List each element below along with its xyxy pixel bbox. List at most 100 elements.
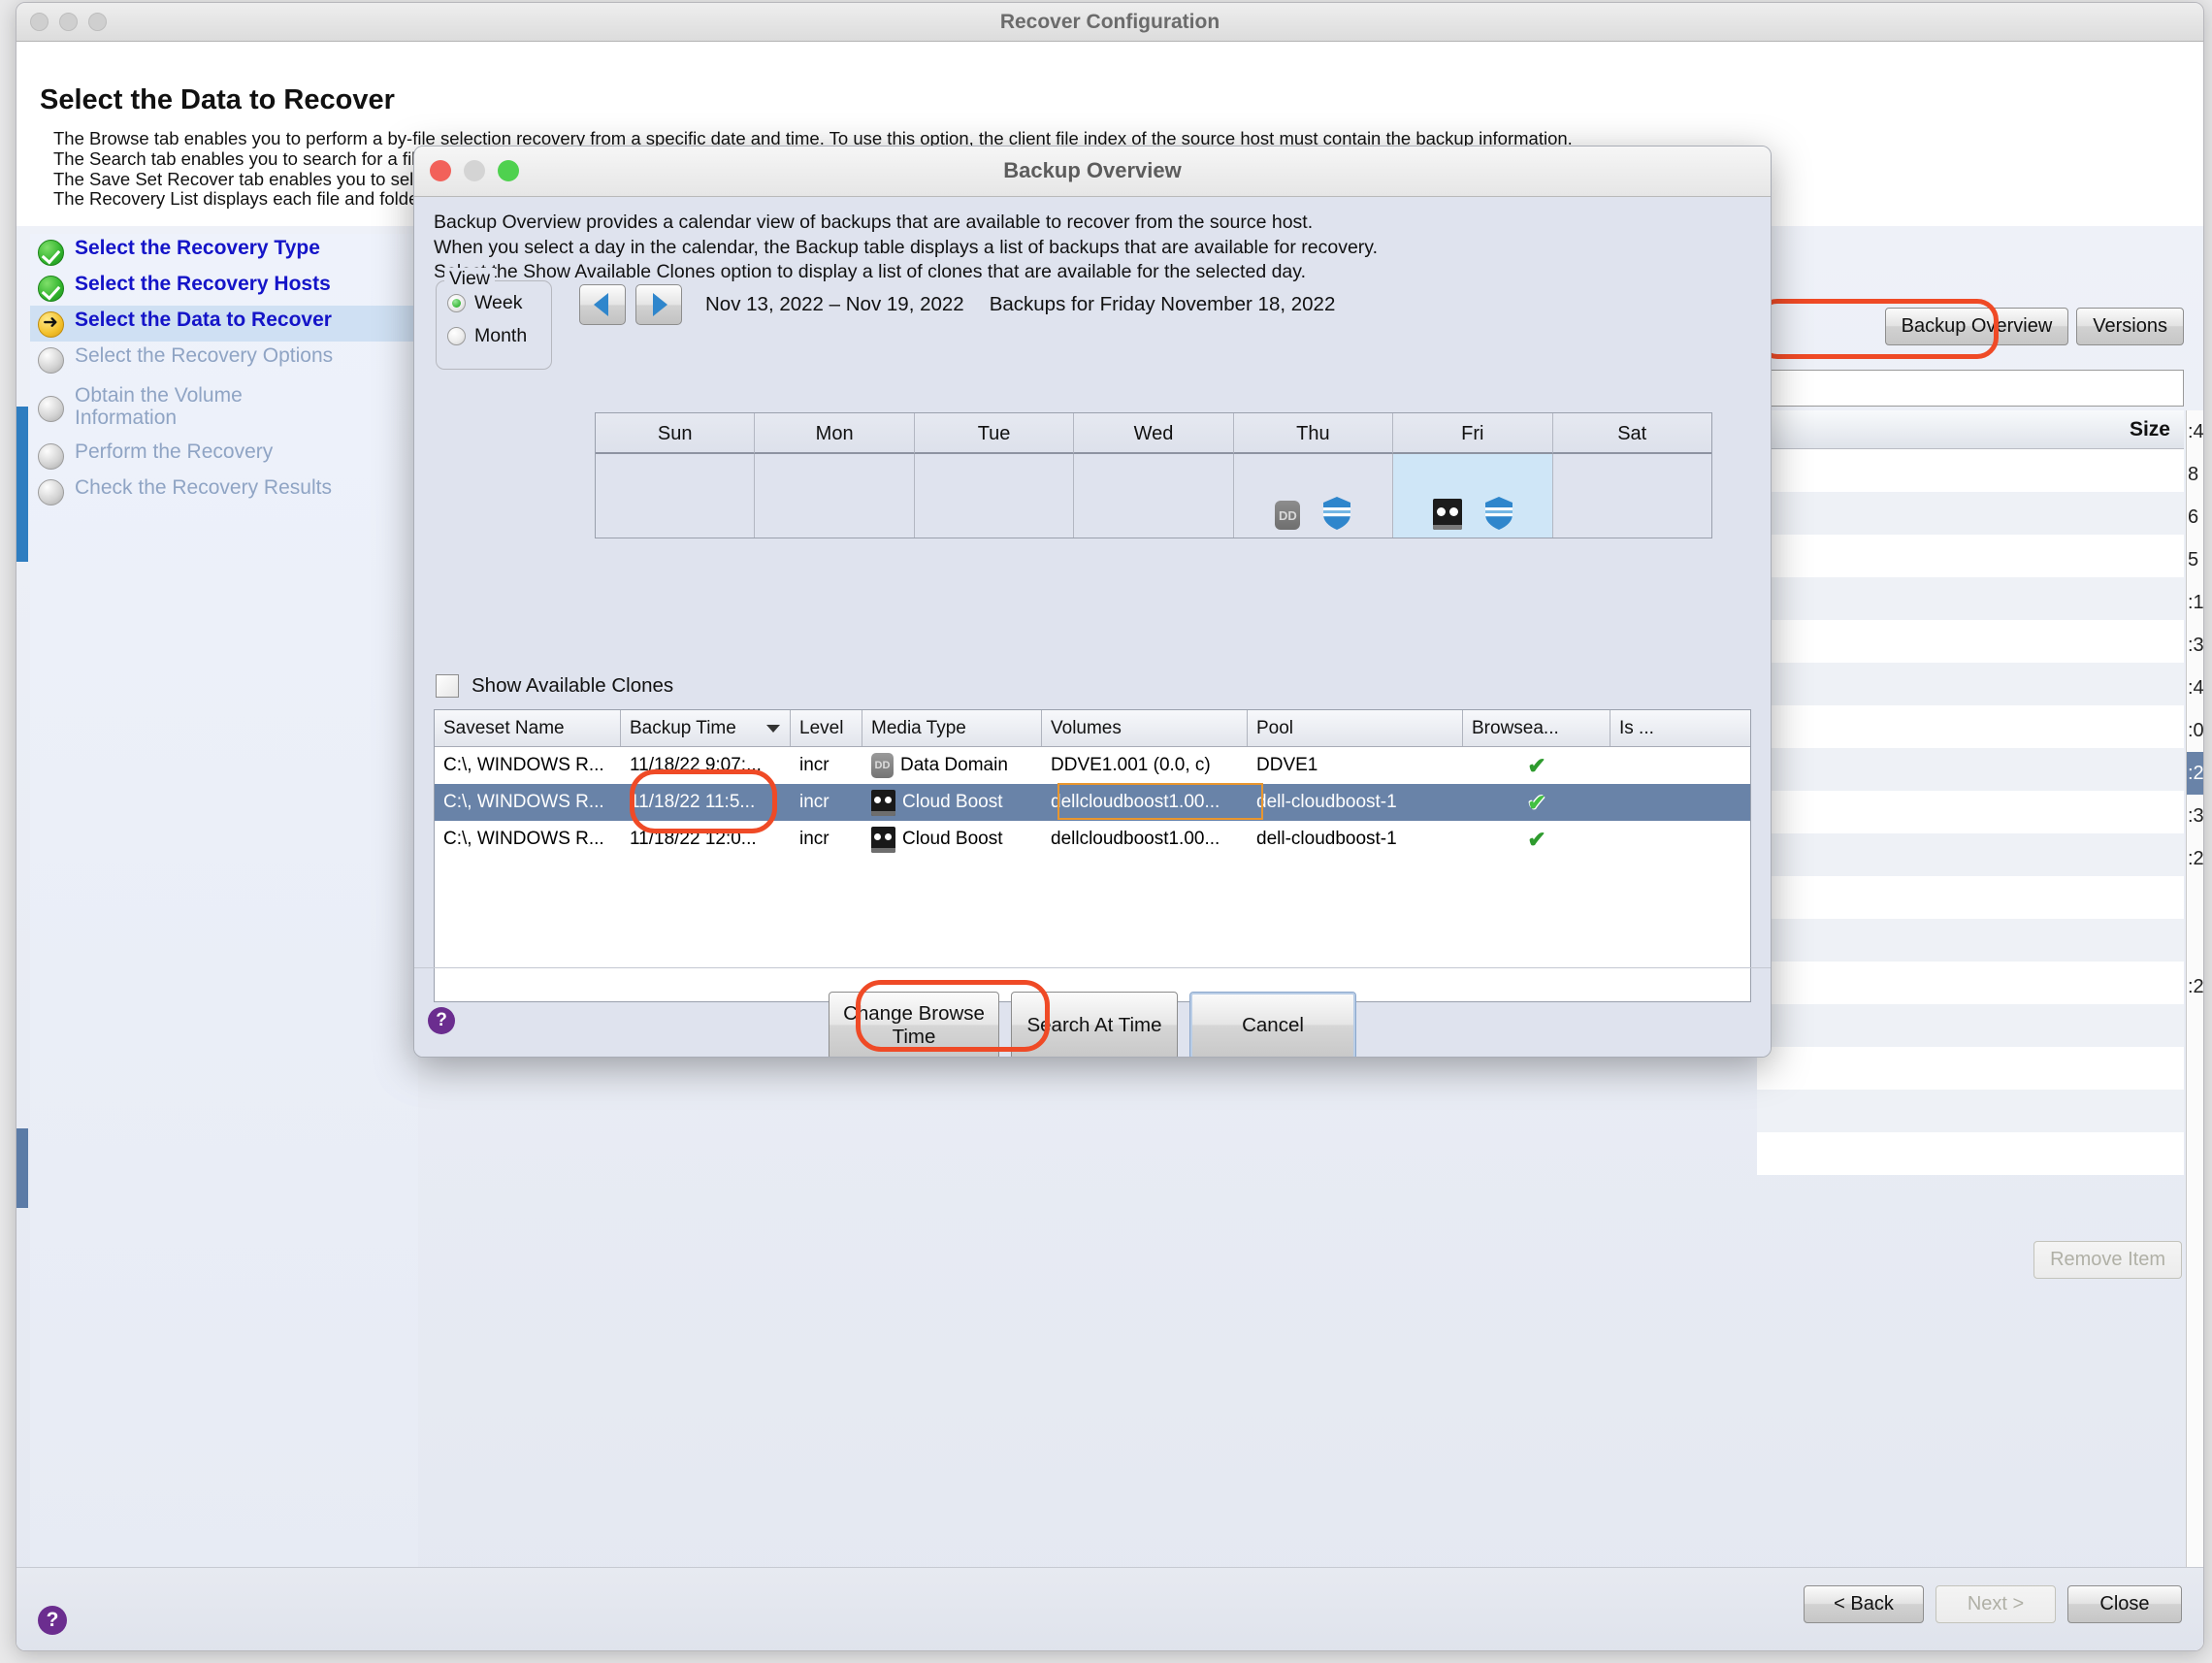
cell-saveset-name: C:\, WINDOWS R... (443, 829, 604, 849)
cell-value: :2 (2188, 976, 2203, 997)
cell-backup-time: 11/18/22 11:5... (630, 792, 756, 812)
calendar-header-tue: Tue (914, 413, 1075, 454)
list-item[interactable] (1757, 577, 2184, 620)
list-item[interactable] (1757, 1004, 2184, 1047)
file-list[interactable] (1757, 449, 2184, 1175)
column-header-browseable[interactable]: Browsea... (1463, 710, 1610, 746)
calendar-cell-icons (1393, 497, 1551, 530)
calendar-header-sun: Sun (596, 413, 756, 454)
list-item[interactable] (1757, 535, 2184, 577)
column-header-backup-time-label: Backup Time (630, 718, 736, 738)
cloud-boost-tape-icon[interactable] (1432, 499, 1462, 530)
versions-button[interactable]: Versions (2076, 308, 2184, 345)
previous-week-button[interactable] (579, 284, 626, 325)
size-column-header[interactable]: Size (1757, 410, 2184, 449)
calendar-cell-sun[interactable] (596, 454, 756, 538)
sidebar-item-select-recovery-type[interactable]: Select the Recovery Type (30, 234, 418, 270)
backup-table[interactable]: Saveset Name Backup Time Level Media Typ… (434, 709, 1751, 1002)
intro-line-1: Backup Overview provides a calendar view… (434, 212, 1314, 233)
step-label: Perform the Recovery (75, 440, 274, 463)
list-item[interactable] (1757, 492, 2184, 535)
list-item[interactable] (1757, 1090, 2184, 1132)
sidebar-item-select-recovery-hosts[interactable]: Select the Recovery Hosts (30, 270, 418, 306)
search-input[interactable] (1757, 370, 2184, 407)
list-item[interactable] (1757, 748, 2184, 791)
calendar-cell-sat[interactable] (1552, 454, 1711, 538)
column-header-pool[interactable]: Pool (1248, 710, 1463, 746)
list-item[interactable] (1757, 876, 2184, 919)
change-browse-time-button[interactable]: Change Browse Time (829, 992, 999, 1057)
calendar-header-mon: Mon (755, 413, 915, 454)
table-row[interactable]: C:\, WINDOWS R... 11/18/22 11:5... incr … (435, 784, 1750, 821)
list-item[interactable] (1757, 663, 2184, 705)
list-item[interactable] (1757, 1132, 2184, 1175)
check-icon: ✔ (1527, 752, 1546, 778)
sidebar-item-select-data-to-recover[interactable]: Select the Data to Recover (30, 306, 418, 342)
remove-item-button: Remove Item (2033, 1241, 2182, 1279)
calendar-nav-row: Nov 13, 2022 – Nov 19, 2022 Backups for … (579, 284, 1335, 325)
calendar-cell-mon[interactable] (755, 454, 915, 538)
list-item[interactable] (1757, 962, 2184, 1004)
backup-overview-dialog: Backup Overview Backup Overview provides… (413, 146, 1772, 1058)
column-header-media-type[interactable]: Media Type (862, 710, 1042, 746)
sidebar-item-perform-the-recovery: Perform the Recovery (30, 438, 418, 473)
cell-media-type: DD Data Domain (862, 753, 1042, 778)
calendar-cell-tue[interactable] (914, 454, 1075, 538)
cell-level: incr (799, 829, 830, 849)
main-titlebar: Recover Configuration (16, 3, 2203, 42)
radio-month[interactable]: Month (447, 325, 551, 347)
list-item[interactable] (1757, 620, 2184, 663)
column-header-volumes[interactable]: Volumes (1042, 710, 1248, 746)
radio-week[interactable]: Week (447, 292, 551, 314)
list-item[interactable] (1757, 791, 2184, 833)
cell-backup-time: 11/18/22 12:0... (630, 829, 757, 849)
column-header-is[interactable]: Is ... (1610, 710, 1746, 746)
calendar-cell-fri[interactable] (1393, 454, 1553, 538)
dialog-title: Backup Overview (1003, 158, 1182, 182)
close-button[interactable]: Close (2067, 1585, 2182, 1623)
wizard-steps-panel: Select the Recovery Type Select the Reco… (30, 234, 418, 1582)
clone-shield-icon[interactable] (1484, 497, 1513, 530)
cell-browseable: ✔ (1463, 827, 1610, 853)
show-available-clones-checkbox[interactable] (436, 674, 459, 698)
data-domain-icon: DD (871, 753, 894, 778)
calendar-header-thu: Thu (1233, 413, 1394, 454)
search-at-time-button[interactable]: Search At Time (1011, 992, 1178, 1057)
view-radio-group: View Week Month (436, 268, 552, 370)
backups-for-label: Backups for Friday November 18, 2022 (989, 293, 1336, 315)
overview-button-row: Backup Overview Versions (1884, 308, 2184, 345)
dialog-body: Backup Overview provides a calendar view… (414, 197, 1771, 1057)
data-domain-icon[interactable]: DD (1275, 501, 1301, 530)
list-item[interactable] (1757, 919, 2184, 962)
calendar-cell-wed[interactable] (1074, 454, 1234, 538)
table-row[interactable]: C:\, WINDOWS R... 11/18/22 9:07:... incr… (435, 747, 1750, 784)
sort-descending-icon (766, 725, 780, 733)
list-item[interactable] (1757, 449, 2184, 492)
cell-media-type-label: Cloud Boost (902, 829, 1003, 849)
step-label: Check the Recovery Results (75, 476, 332, 499)
cell-value: :3 (2188, 805, 2203, 827)
cell-value: 8 (2188, 464, 2199, 485)
cell-level: incr (799, 792, 830, 812)
cell-value: 6 (2188, 506, 2199, 528)
cell-pool: dell-cloudboost-1 (1256, 792, 1397, 812)
step-pending-icon (38, 347, 64, 374)
table-row[interactable]: C:\, WINDOWS R... 11/18/22 12:0... incr … (435, 821, 1750, 858)
list-item[interactable] (1757, 833, 2184, 876)
cell-value-selected: :2 (2187, 752, 2203, 795)
backup-overview-button[interactable]: Backup Overview (1884, 308, 2069, 345)
column-header-level[interactable]: Level (791, 710, 862, 746)
next-week-button[interactable] (635, 284, 682, 325)
column-header-backup-time[interactable]: Backup Time (621, 710, 791, 746)
cell-volumes: DDVE1.001 (0.0, c) (1051, 755, 1211, 775)
step-label: Select the Recovery Hosts (75, 273, 331, 295)
column-header-saveset-name[interactable]: Saveset Name (435, 710, 621, 746)
back-button[interactable]: < Back (1804, 1585, 1924, 1623)
cancel-button[interactable]: Cancel (1189, 992, 1356, 1057)
list-item[interactable] (1757, 705, 2184, 748)
list-item[interactable] (1757, 1047, 2184, 1090)
calendar-cell-thu[interactable]: DD (1233, 454, 1394, 538)
show-available-clones-row[interactable]: Show Available Clones (436, 674, 673, 698)
help-icon[interactable]: ? (38, 1606, 67, 1635)
clone-shield-icon[interactable] (1323, 497, 1351, 530)
